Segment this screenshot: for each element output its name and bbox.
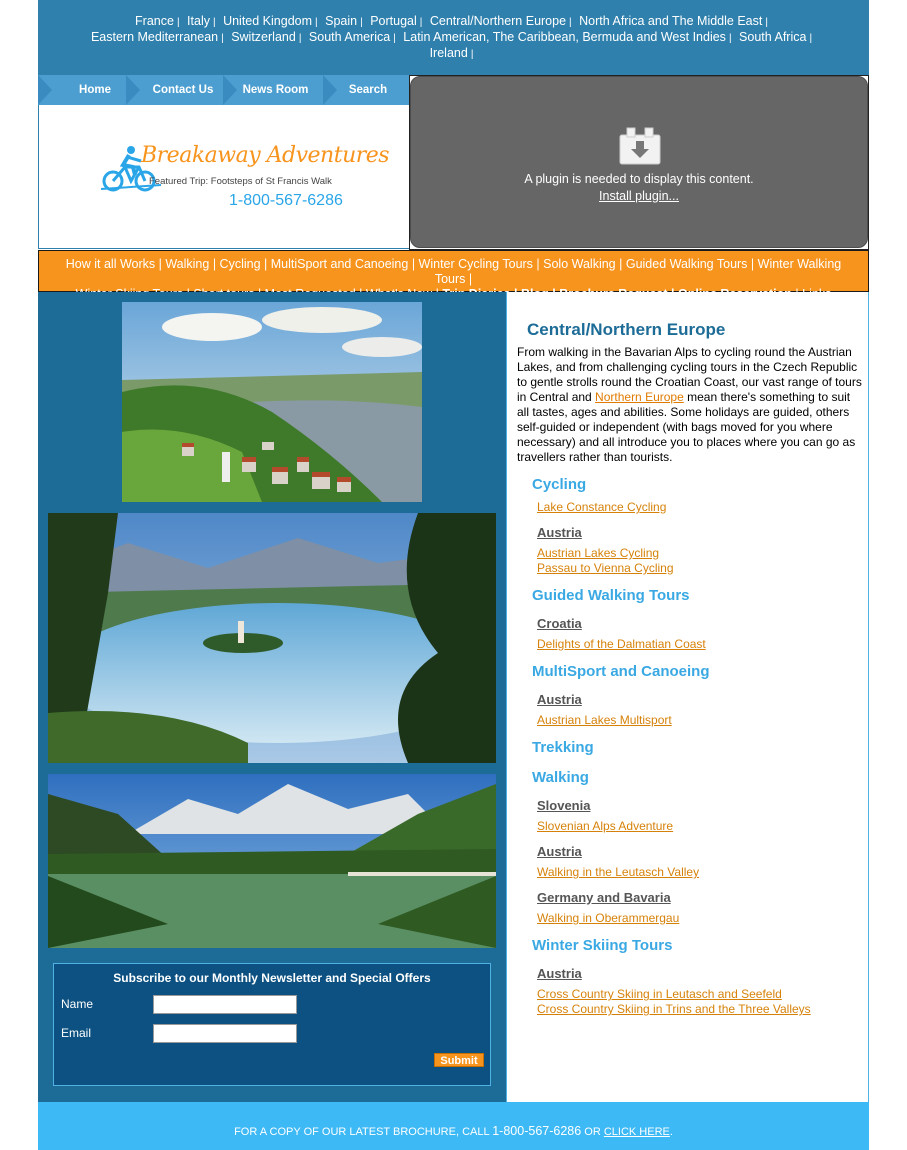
category-link[interactable]: Guided Walking Tours bbox=[626, 257, 748, 271]
section-cycling[interactable]: Cycling bbox=[532, 476, 586, 493]
install-plugin-link[interactable]: Install plugin... bbox=[411, 189, 867, 203]
link-lake-constance-cycling[interactable]: Lake Constance Cycling bbox=[537, 500, 666, 514]
sub-croatia[interactable]: Croatia bbox=[537, 616, 582, 631]
country-link[interactable]: United Kingdom bbox=[223, 14, 312, 28]
separator: | bbox=[809, 33, 813, 44]
separator: | bbox=[298, 33, 302, 44]
content-column: Central/Northern Europe From walking in … bbox=[506, 292, 869, 1102]
newsletter-title: Subscribe to our Monthly Newsletter and … bbox=[113, 971, 431, 985]
country-link[interactable]: Latin American, The Caribbean, Bermuda a… bbox=[403, 30, 726, 44]
country-link[interactable]: Switzerland bbox=[231, 30, 296, 44]
separator: | bbox=[393, 33, 396, 44]
sub-germany-bavaria[interactable]: Germany and Bavaria bbox=[537, 890, 671, 905]
link-passau-vienna-cycling[interactable]: Passau to Vienna Cycling bbox=[537, 561, 674, 575]
sub-austria-cycling[interactable]: Austria bbox=[537, 525, 582, 540]
separator: | bbox=[419, 17, 423, 28]
photo-mountain-lake bbox=[48, 774, 496, 948]
newsletter-form: Subscribe to our Monthly Newsletter and … bbox=[53, 963, 491, 1086]
page-title: Central/Northern Europe bbox=[527, 320, 726, 339]
separator: | bbox=[212, 17, 216, 28]
separator: | bbox=[728, 33, 732, 44]
name-input[interactable] bbox=[153, 995, 297, 1014]
category-link[interactable]: MultiSport and Canoeing bbox=[271, 257, 409, 271]
nav-contact-us[interactable]: Contact Us bbox=[138, 75, 228, 105]
link-slovenian-alps[interactable]: Slovenian Alps Adventure bbox=[537, 819, 673, 833]
separator: | bbox=[360, 17, 363, 28]
nav-news-room[interactable]: News Room bbox=[228, 75, 323, 105]
separator: | bbox=[470, 49, 474, 60]
sub-austria-walking[interactable]: Austria bbox=[537, 844, 582, 859]
sub-austria-skiing[interactable]: Austria bbox=[537, 966, 582, 981]
country-link[interactable]: South Africa bbox=[739, 30, 806, 44]
separator: | bbox=[765, 17, 768, 28]
photo-lake-island bbox=[48, 513, 496, 763]
link-trins-three-valleys[interactable]: Cross Country Skiing in Trins and the Th… bbox=[537, 1002, 811, 1016]
section-multisport[interactable]: MultiSport and Canoeing bbox=[532, 663, 710, 680]
category-link[interactable]: Cycling bbox=[220, 257, 261, 271]
country-link[interactable]: South America bbox=[309, 30, 390, 44]
section-trekking[interactable]: Trekking bbox=[532, 739, 594, 756]
email-input[interactable] bbox=[153, 1024, 297, 1043]
country-link[interactable]: France bbox=[135, 14, 174, 28]
nav-search[interactable]: Search bbox=[323, 75, 413, 105]
country-link[interactable]: Eastern Mediterranean bbox=[91, 30, 218, 44]
section-winter-skiing[interactable]: Winter Skiing Tours bbox=[532, 937, 672, 954]
logo-area: Breakaway Adventures Featured Trip: Foot… bbox=[38, 105, 409, 249]
separator: | bbox=[221, 33, 224, 44]
link-oberammergau[interactable]: Walking in Oberammergau bbox=[537, 911, 679, 925]
brand-name[interactable]: Breakaway Adventures bbox=[141, 143, 390, 168]
category-link[interactable]: Winter Cycling Tours bbox=[419, 257, 533, 271]
link-austrian-lakes-cycling[interactable]: Austrian Lakes Cycling bbox=[537, 546, 659, 560]
submit-button[interactable]: Submit bbox=[434, 1053, 484, 1067]
country-list: France | Italy | United Kingdom | Spain | Po… bbox=[38, 0, 869, 62]
footer-click-here-link[interactable]: CLICK HERE bbox=[604, 1126, 670, 1138]
email-label: Email bbox=[61, 1026, 92, 1040]
name-label: Name bbox=[61, 997, 94, 1011]
country-link[interactable]: Italy bbox=[187, 14, 210, 28]
photo-river-village bbox=[122, 302, 422, 502]
northern-europe-link[interactable]: Northern Europe bbox=[595, 390, 684, 404]
link-austrian-lakes-multisport[interactable]: Austrian Lakes Multisport bbox=[537, 713, 672, 727]
country-link[interactable]: Portugal bbox=[370, 14, 417, 28]
nav-chevron-icon bbox=[38, 75, 52, 105]
footer-or: OR bbox=[581, 1126, 604, 1138]
footer-phone: 1-800-567-6286 bbox=[492, 1124, 582, 1138]
footer-text: FOR A COPY OF OUR LATEST BROCHURE, CALL bbox=[234, 1126, 493, 1138]
link-leutasch-valley[interactable]: Walking in the Leutasch Valley bbox=[537, 865, 699, 879]
country-nav-bar: France | Italy | United Kingdom | Spain | Po… bbox=[38, 0, 869, 75]
section-guided-walking[interactable]: Guided Walking Tours bbox=[532, 587, 690, 604]
logo-phone: 1-800-567-6286 bbox=[229, 192, 343, 209]
separator: | bbox=[176, 17, 180, 28]
country-link[interactable]: Central/Northern Europe bbox=[430, 14, 566, 28]
category-nav-bar: How it all Works | Walking | Cycling | M… bbox=[38, 250, 869, 301]
intro-text: From walking in the Bavarian Alps to cyc… bbox=[517, 345, 862, 465]
category-link[interactable]: How it all Works bbox=[66, 257, 155, 271]
category-nav-line1: How it all Works | Walking | Cycling | M… bbox=[65, 257, 842, 286]
country-link[interactable]: Spain bbox=[325, 14, 357, 28]
separator: | bbox=[315, 17, 318, 28]
main-nav: Home Contact Us News Room Search bbox=[38, 75, 409, 105]
left-photo-column: Subscribe to our Monthly Newsletter and … bbox=[38, 292, 506, 1102]
country-link[interactable]: North Africa and The Middle East bbox=[579, 14, 762, 28]
sub-slovenia[interactable]: Slovenia bbox=[537, 798, 590, 813]
plugin-placeholder[interactable]: A plugin is needed to display this conte… bbox=[410, 76, 868, 248]
plugin-download-icon bbox=[619, 127, 661, 165]
link-dalmatian-coast[interactable]: Delights of the Dalmatian Coast bbox=[537, 637, 706, 651]
featured-trip[interactable]: Featured Trip: Footsteps of St Francis W… bbox=[149, 176, 332, 187]
footer: FOR A COPY OF OUR LATEST BROCHURE, CALL … bbox=[38, 1102, 869, 1150]
sub-austria-multisport[interactable]: Austria bbox=[537, 692, 582, 707]
separator: | bbox=[569, 17, 572, 28]
plugin-message: A plugin is needed to display this conte… bbox=[524, 172, 754, 186]
section-walking[interactable]: Walking bbox=[532, 769, 589, 786]
category-link[interactable]: Solo Walking bbox=[543, 257, 616, 271]
country-link[interactable]: Ireland bbox=[430, 46, 468, 60]
footer-period: . bbox=[669, 1126, 673, 1138]
link-leutasch-seefeld[interactable]: Cross Country Skiing in Leutasch and See… bbox=[537, 987, 782, 1001]
category-link[interactable]: Walking bbox=[165, 257, 209, 271]
